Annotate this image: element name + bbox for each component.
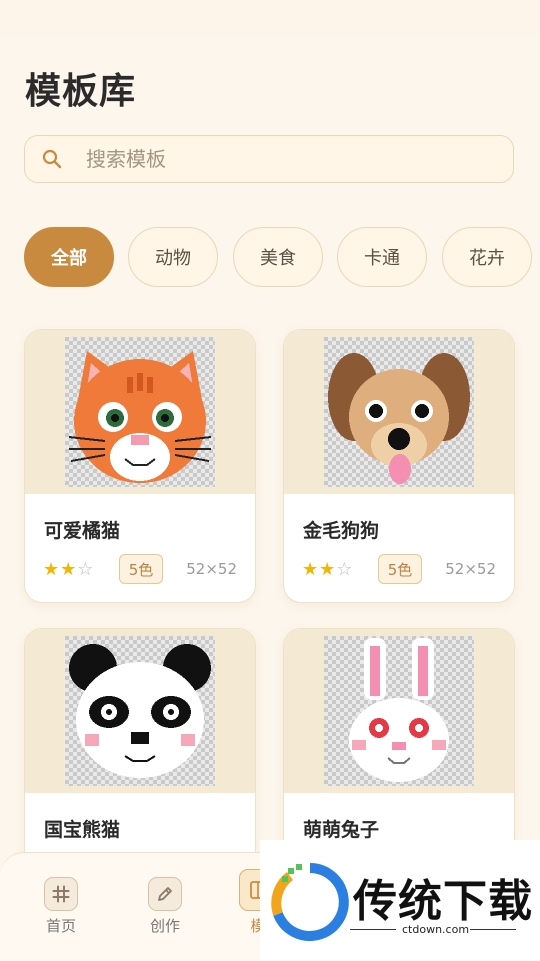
chip-animals[interactable]: 动物 — [128, 227, 218, 287]
template-thumbnail — [284, 629, 514, 793]
status-bar — [0, 0, 540, 36]
watermark-divider — [470, 929, 516, 930]
star-empty-icon: ☆ — [336, 559, 354, 580]
watermark: 传统下载 ctdown.com — [260, 840, 540, 960]
template-card[interactable]: 金毛狗狗 ★★☆ 5色 52×52 — [283, 329, 515, 603]
grid-size: 52×52 — [186, 560, 237, 578]
chip-all[interactable]: 全部 — [24, 227, 114, 287]
color-count-badge: 5色 — [119, 554, 163, 584]
edit-pencil-icon — [148, 877, 182, 911]
template-thumbnail — [25, 629, 255, 793]
template-card[interactable]: 可爱橘猫 ★★☆ 5色 52×52 — [24, 329, 256, 603]
template-name: 萌萌兔子 — [303, 819, 380, 841]
template-name: 金毛狗狗 — [303, 520, 380, 542]
grid-hash-icon — [44, 877, 78, 911]
search-bar[interactable] — [24, 135, 514, 183]
difficulty-rating: ★★☆ — [302, 559, 353, 580]
template-thumbnail — [284, 330, 514, 494]
watermark-url: ctdown.com — [402, 923, 470, 936]
orange-cat-image — [65, 337, 215, 487]
template-thumbnail — [25, 330, 255, 494]
watermark-brand: 传统下载 — [353, 876, 533, 927]
bunny-image — [324, 636, 474, 786]
tab-home-label: 首页 — [45, 917, 76, 935]
difficulty-rating: ★★☆ — [43, 559, 94, 580]
star-empty-icon: ☆ — [77, 559, 95, 580]
page-title: 模板库 — [25, 71, 137, 112]
chip-food[interactable]: 美食 — [233, 227, 323, 287]
star-filled-icon: ★ — [302, 559, 320, 580]
star-filled-icon: ★ — [319, 559, 337, 580]
template-name: 国宝熊猫 — [44, 819, 121, 841]
grid-size: 52×52 — [445, 560, 496, 578]
golden-dog-image — [324, 337, 474, 487]
watermark-logo — [271, 863, 349, 941]
panda-image — [65, 636, 215, 786]
watermark-divider — [350, 929, 396, 930]
chip-cartoon[interactable]: 卡通 — [337, 227, 427, 287]
tab-create[interactable]: 创作 — [135, 877, 195, 936]
star-filled-icon: ★ — [60, 559, 78, 580]
chip-flowers[interactable]: 花卉 — [442, 227, 532, 287]
search-input[interactable] — [84, 146, 468, 172]
color-count-badge: 5色 — [378, 554, 422, 584]
tab-home[interactable]: 首页 — [31, 877, 91, 936]
star-filled-icon: ★ — [43, 559, 61, 580]
template-name: 可爱橘猫 — [44, 520, 121, 542]
search-icon — [42, 149, 62, 169]
category-chips: 全部 动物 美食 卡通 花卉 — [24, 227, 540, 287]
tab-create-label: 创作 — [149, 917, 180, 935]
